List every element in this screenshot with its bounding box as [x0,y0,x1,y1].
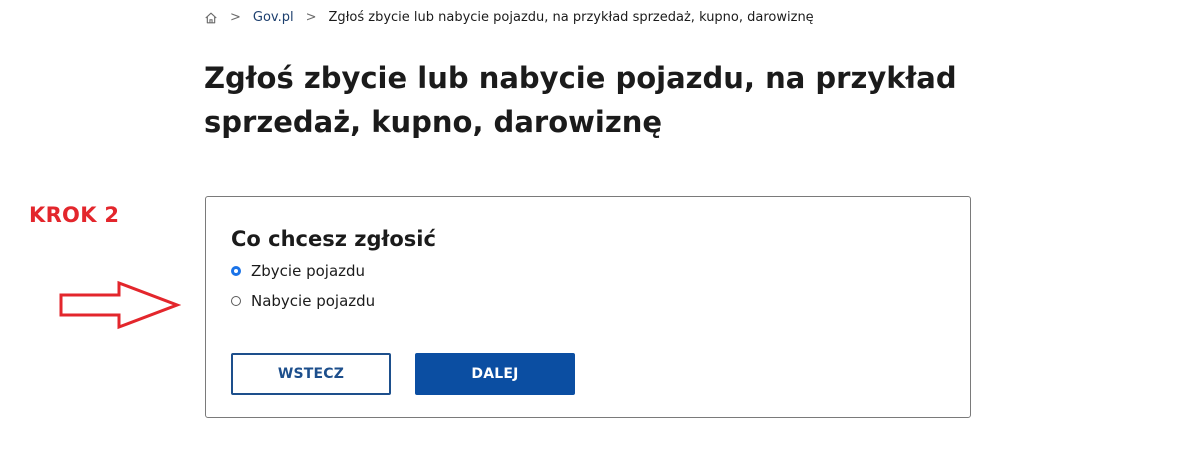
breadcrumb-separator: > [305,10,317,25]
radio-option-label: Nabycie pojazdu [251,292,376,310]
breadcrumb-current: Zgłoś zbycie lub nabycie pojazdu, na prz… [328,10,814,25]
form-card: Co chcesz zgłosić Zbycie pojazdu Nabycie… [205,196,971,418]
back-button[interactable]: WSTECZ [231,353,391,395]
breadcrumb: > Gov.pl > Zgłoś zbycie lub nabycie poja… [204,9,814,27]
breadcrumb-separator: > [230,10,241,25]
breadcrumb-link-gov[interactable]: Gov.pl [253,9,294,27]
page-title: Zgłoś zbycie lub nabycie pojazdu, na prz… [204,61,957,139]
radio-checked-icon[interactable] [231,266,241,276]
arrow-right-icon [59,280,181,330]
next-button[interactable]: DALEJ [415,353,575,395]
form-title: Co chcesz zgłosić [231,227,436,251]
step-annotation-label: KROK 2 [29,203,120,227]
home-icon[interactable] [204,11,218,25]
radio-option-label: Zbycie pojazdu [251,262,366,280]
radio-option-zbycie[interactable]: Zbycie pojazdu [231,262,365,280]
page: > Gov.pl > Zgłoś zbycie lub nabycie poja… [0,0,1197,455]
radio-option-nabycie[interactable]: Nabycie pojazdu [231,292,375,310]
radio-unchecked-icon[interactable] [231,296,241,306]
